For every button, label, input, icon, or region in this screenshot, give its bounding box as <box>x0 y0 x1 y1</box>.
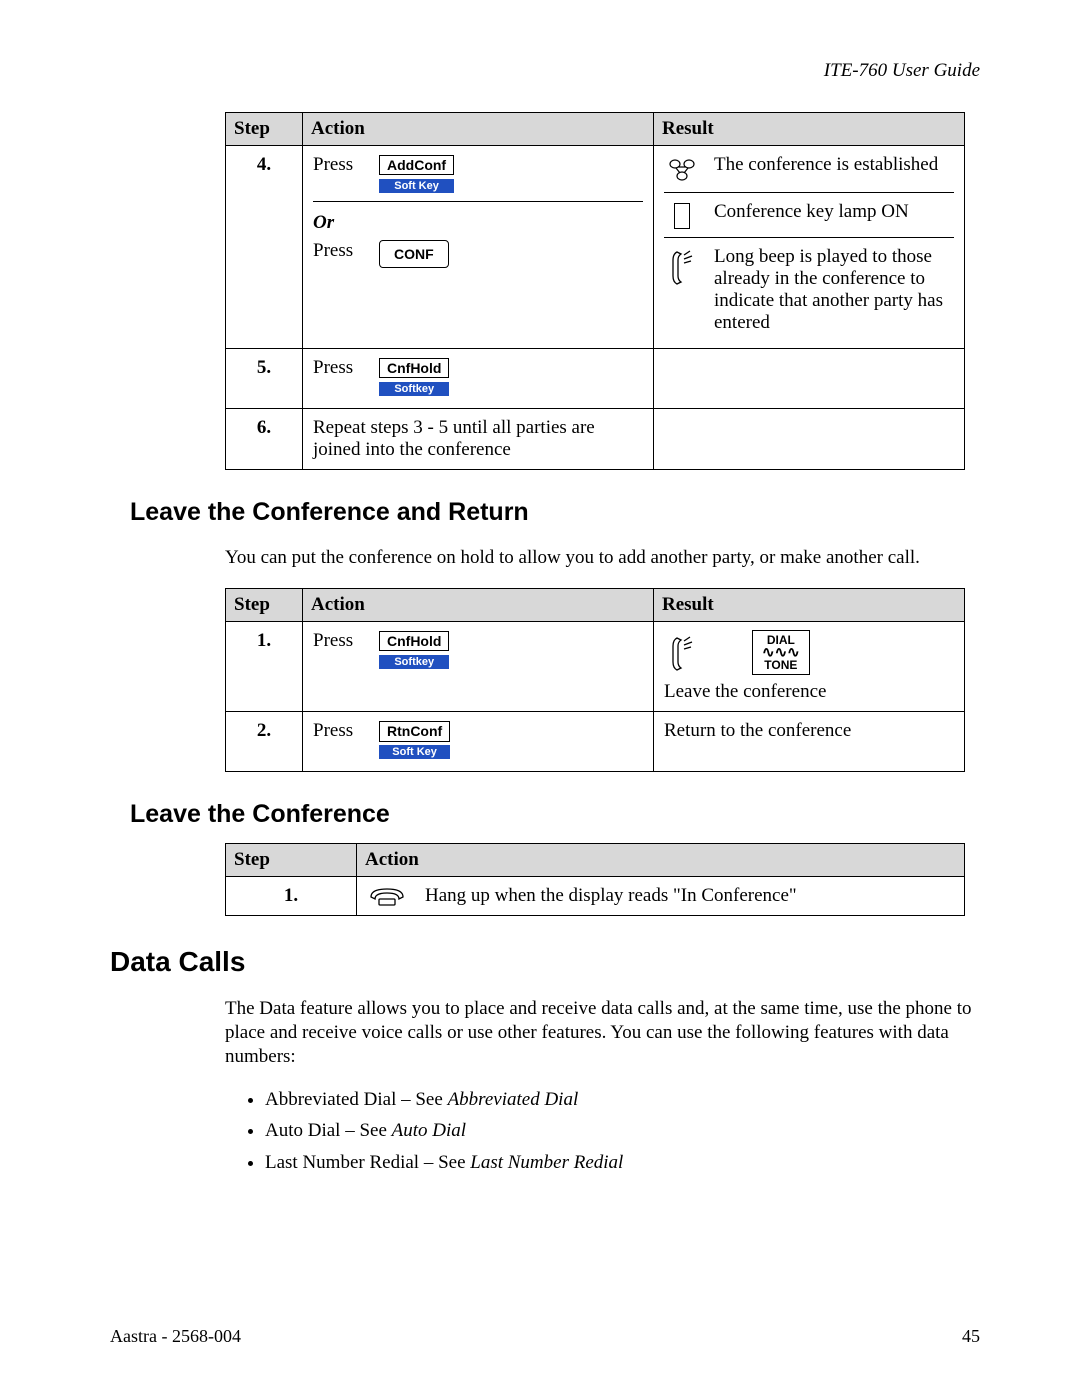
result-cell <box>654 409 965 470</box>
procedure-table-1: Step Action Result 4. Press AddConf Soft… <box>225 112 965 470</box>
action-cell: Press CnfHold Softkey <box>303 349 654 409</box>
handset-icon <box>664 632 700 674</box>
result-cell <box>654 349 965 409</box>
th-result: Result <box>654 588 965 621</box>
result-cell: DIAL ∿∿∿ TONE Leave the conference <box>654 621 965 712</box>
table-row: 2. Press RtnConf Soft Key Return to the … <box>226 712 965 772</box>
step-number: 1. <box>226 877 357 916</box>
step-number: 1. <box>226 621 303 712</box>
action-cell: Press CnfHold Softkey <box>303 621 654 712</box>
press-label: Press <box>313 154 361 176</box>
softkey-cnfhold: CnfHold Softkey <box>379 357 449 396</box>
footer-left: Aastra - 2568-004 <box>110 1326 241 1347</box>
softkey-cnfhold: CnfHold Softkey <box>379 630 449 669</box>
procedure-table-2: Step Action Result 1. Press CnfHold Soft… <box>225 588 965 773</box>
list-item: Auto Dial – See Auto Dial <box>265 1119 980 1143</box>
hardkey-conf: CONF <box>379 240 449 268</box>
softkey-label: Soft Key <box>379 745 450 759</box>
page: ITE-760 User Guide Step Action Result 4.… <box>0 0 1080 1397</box>
list-item: Abbreviated Dial – See Abbreviated Dial <box>265 1088 980 1112</box>
result-text: Conference key lamp ON <box>714 201 954 223</box>
conference-icon <box>664 154 700 184</box>
step-number: 6. <box>226 409 303 470</box>
softkey-addconf: AddConf Soft Key <box>379 154 454 193</box>
body-list: Abbreviated Dial – See Abbreviated Dial … <box>245 1088 980 1175</box>
action-cell: Press AddConf Soft Key Or Press CONF <box>303 146 654 349</box>
dial-tone-icon: DIAL ∿∿∿ TONE <box>752 630 810 676</box>
action-cell: Repeat steps 3 - 5 until all parties are… <box>303 409 654 470</box>
key-box: AddConf <box>379 155 454 175</box>
softkey-label: Softkey <box>379 382 449 396</box>
body-paragraph: You can put the conference on hold to al… <box>225 546 980 570</box>
press-label: Press <box>313 240 361 262</box>
key-box: CnfHold <box>379 631 449 651</box>
softkey-label: Soft Key <box>379 179 454 193</box>
heading-leave-conference-return: Leave the Conference and Return <box>130 498 980 527</box>
table-row: 1. Hang up when the display reads "In Co… <box>226 877 965 916</box>
action-cell: Press RtnConf Soft Key <box>303 712 654 772</box>
step-number: 5. <box>226 349 303 409</box>
step-number: 4. <box>226 146 303 349</box>
heading-data-calls: Data Calls <box>110 946 980 978</box>
action-text: Hang up when the display reads "In Confe… <box>425 885 797 907</box>
th-step: Step <box>226 588 303 621</box>
press-label: Press <box>313 357 361 379</box>
result-text: Long beep is played to those already in … <box>714 246 954 334</box>
body-paragraph: The Data feature allows you to place and… <box>225 997 980 1068</box>
key-box: CnfHold <box>379 358 449 378</box>
table-row: 4. Press AddConf Soft Key Or Press CONF <box>226 146 965 349</box>
table-row: 1. Press CnfHold Softkey DI <box>226 621 965 712</box>
handset-icon <box>664 246 700 288</box>
th-result: Result <box>654 113 965 146</box>
th-action: Action <box>357 844 965 877</box>
th-action: Action <box>303 588 654 621</box>
lamp-icon <box>664 201 700 229</box>
footer: Aastra - 2568-004 45 <box>110 1326 980 1347</box>
press-label: Press <box>313 630 361 652</box>
press-label: Press <box>313 720 361 742</box>
result-text: The conference is established <box>714 154 954 176</box>
result-cell: The conference is established Conference… <box>654 146 965 349</box>
th-step: Step <box>226 844 357 877</box>
table-row: 6. Repeat steps 3 - 5 until all parties … <box>226 409 965 470</box>
table-row: 5. Press CnfHold Softkey <box>226 349 965 409</box>
th-action: Action <box>303 113 654 146</box>
or-label: Or <box>313 212 643 234</box>
softkey-rtnconf: RtnConf Soft Key <box>379 720 450 759</box>
result-cell: Return to the conference <box>654 712 965 772</box>
procedure-table-3: Step Action 1. Hang up when the display … <box>225 843 965 916</box>
phone-cradle-icon <box>367 885 407 907</box>
key-box: RtnConf <box>379 721 450 741</box>
step-number: 2. <box>226 712 303 772</box>
th-step: Step <box>226 113 303 146</box>
action-cell: Hang up when the display reads "In Confe… <box>357 877 965 916</box>
softkey-label: Softkey <box>379 655 449 669</box>
tone-label: TONE <box>764 658 797 672</box>
result-text: Leave the conference <box>664 681 954 703</box>
list-item: Last Number Redial – See Last Number Red… <box>265 1151 980 1175</box>
footer-right: 45 <box>962 1326 980 1347</box>
header-title: ITE-760 User Guide <box>110 60 980 82</box>
heading-leave-conference: Leave the Conference <box>130 800 980 829</box>
